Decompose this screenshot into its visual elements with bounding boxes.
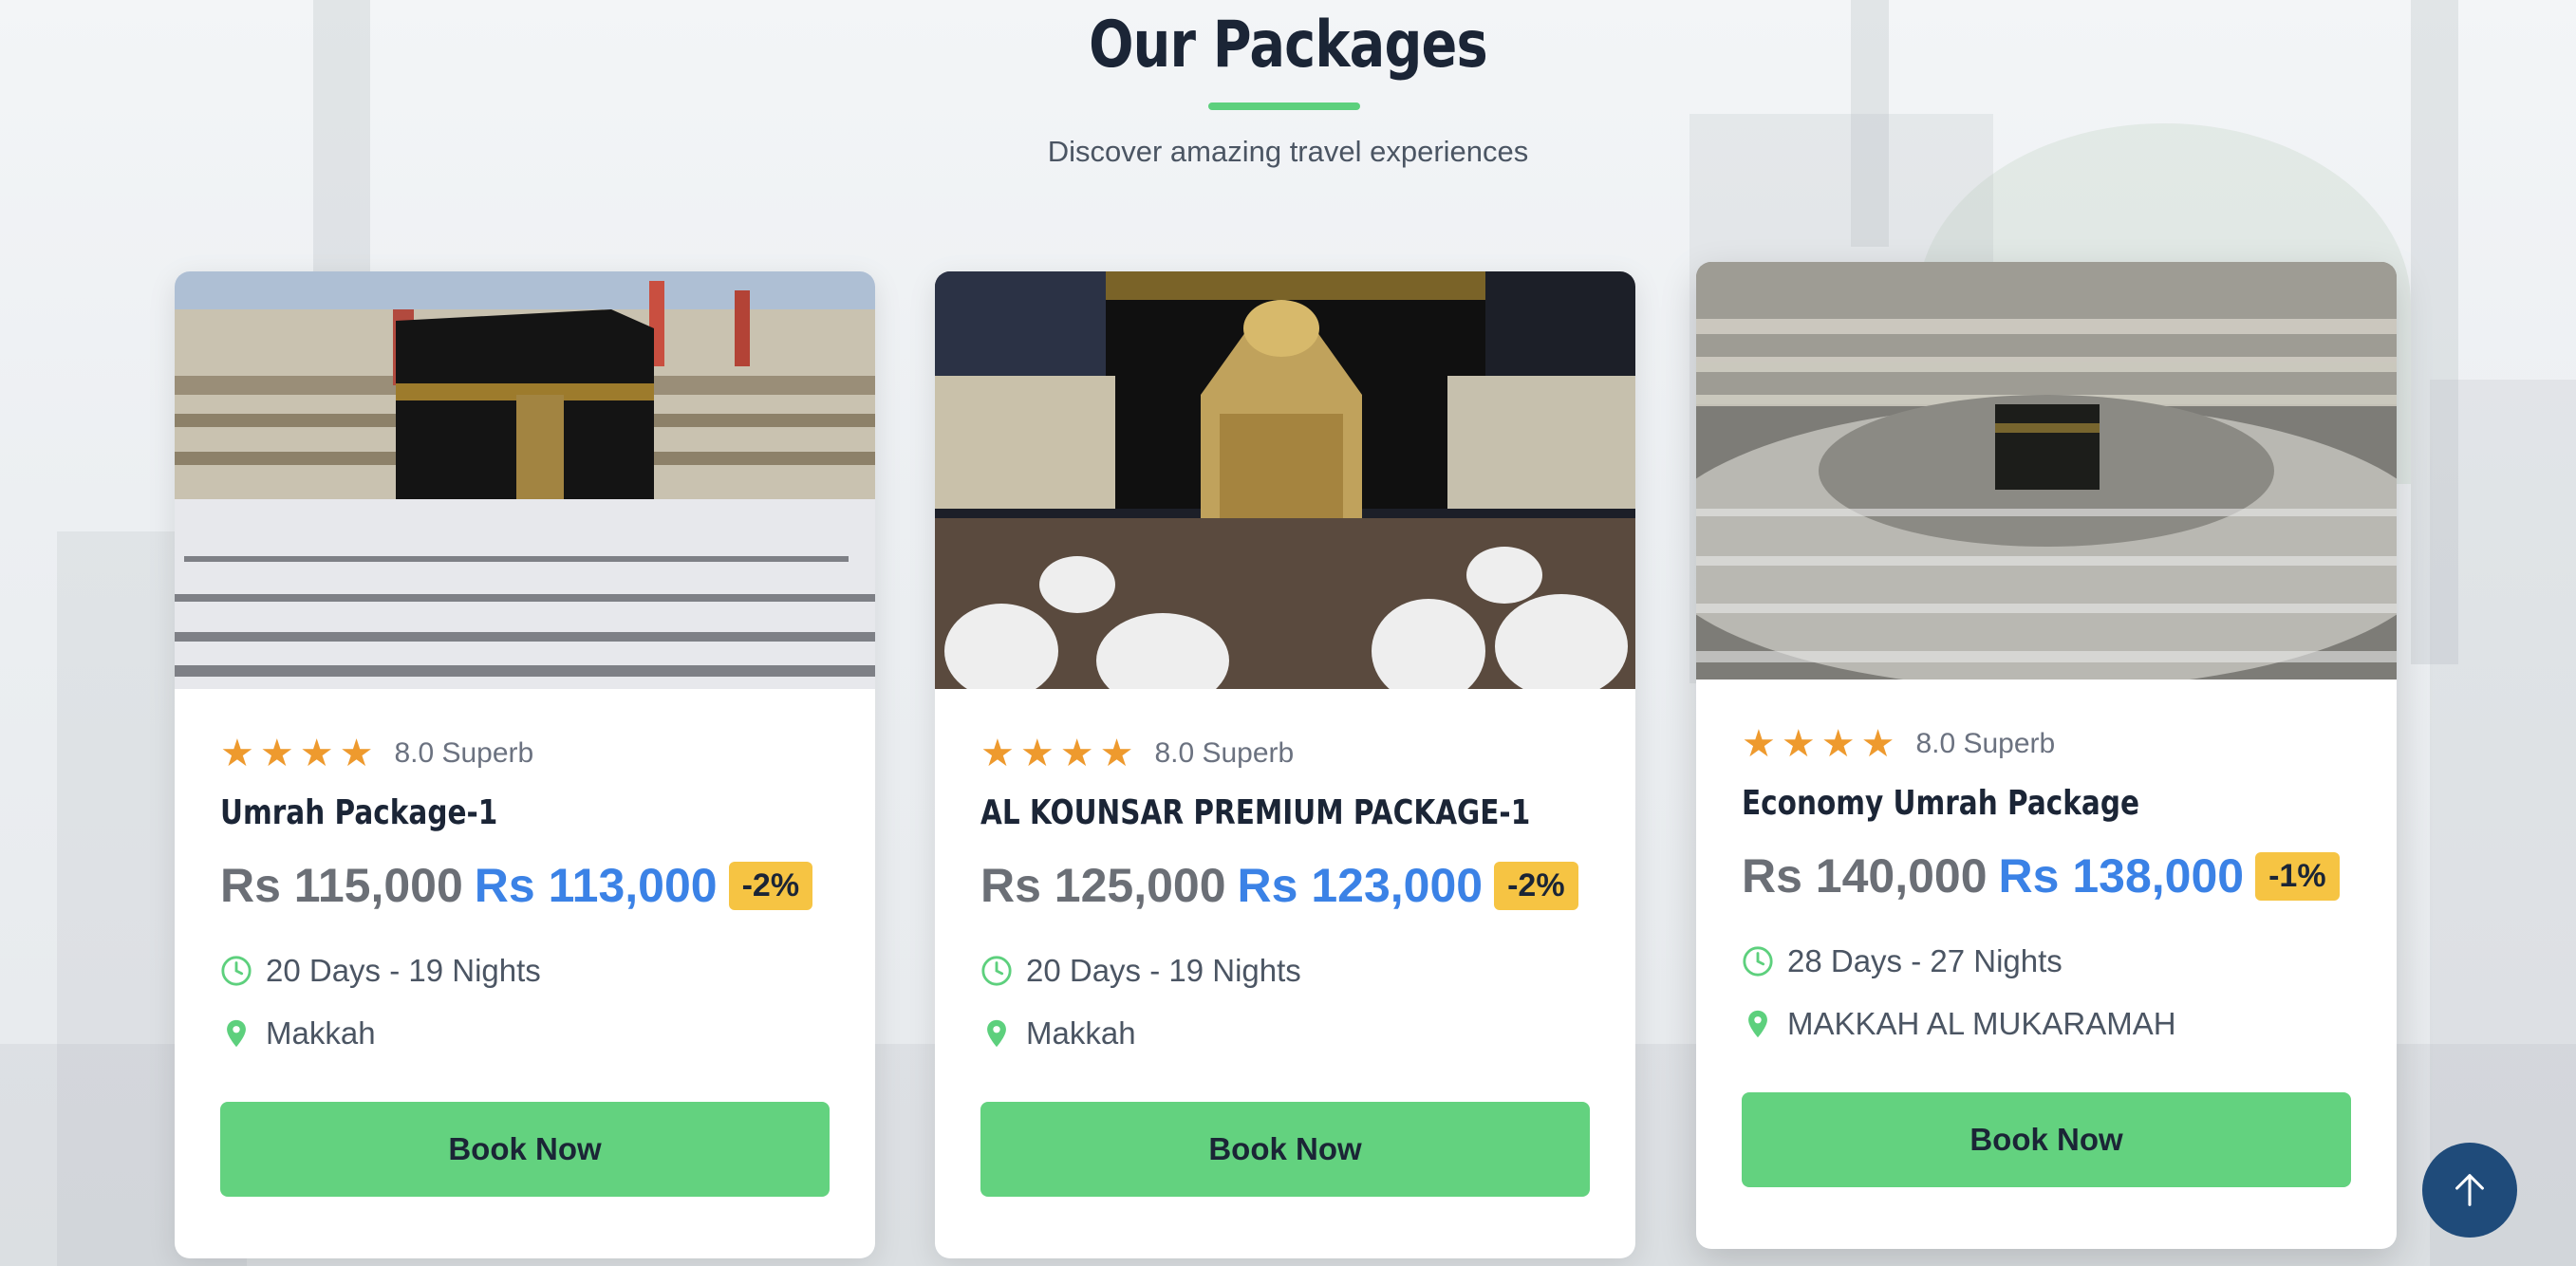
map-pin-icon	[987, 1019, 1006, 1048]
book-now-button[interactable]: Book Now	[1742, 1092, 2351, 1187]
rating-text: 8.0 Superb	[1915, 728, 2056, 759]
discount-badge: -1%	[2255, 851, 2340, 901]
rating: ★ ★ ★ ★ 8.0 Superb	[980, 735, 1590, 773]
location-row: Makkah	[220, 1015, 830, 1052]
duration-row: 20 Days - 19 Nights	[220, 952, 830, 990]
location-text: MAKKAH AL MUKARAMAH	[1787, 1006, 2176, 1041]
book-now-button[interactable]: Book Now	[220, 1102, 830, 1197]
kaaba-photo	[175, 271, 875, 689]
star-icon: ★	[339, 732, 374, 775]
star-icon: ★	[980, 732, 1015, 775]
package-image[interactable]	[1696, 262, 2397, 680]
star-icon: ★	[1860, 722, 1895, 766]
location-text: Makkah	[266, 1015, 376, 1051]
price-row: Rs 115,000 Rs 113,000 -2%	[220, 857, 830, 914]
duration-text: 20 Days - 19 Nights	[1026, 953, 1301, 988]
package-card: ★ ★ ★ ★ 8.0 Superb AL KOUNSAR PREMIUM PA…	[935, 271, 1635, 1258]
duration-text: 28 Days - 27 Nights	[1787, 943, 2063, 978]
map-pin-icon	[1748, 1010, 1767, 1038]
rating-text: 8.0 Superb	[1154, 737, 1295, 769]
clock-icon	[221, 956, 252, 986]
discount-badge: -2%	[728, 861, 813, 910]
book-now-button[interactable]: Book Now	[980, 1102, 1590, 1197]
star-icon: ★	[1781, 722, 1816, 766]
clock-icon	[981, 956, 1012, 986]
package-image[interactable]	[175, 271, 875, 689]
clock-icon	[1743, 946, 1773, 977]
price-row: Rs 140,000 Rs 138,000 -1%	[1742, 847, 2351, 904]
masjid-al-haram-photo	[1696, 262, 2397, 680]
rating-text: 8.0 Superb	[394, 737, 534, 769]
discount-badge: -2%	[1494, 861, 1578, 910]
new-price: Rs 123,000	[1237, 859, 1484, 912]
price-row: Rs 125,000 Rs 123,000 -2%	[980, 857, 1590, 914]
star-icon: ★	[220, 732, 254, 775]
rating: ★ ★ ★ ★ 8.0 Superb	[1742, 725, 2351, 763]
scroll-to-top-button[interactable]	[2422, 1143, 2517, 1238]
location-row: Makkah	[980, 1015, 1590, 1052]
duration-row: 28 Days - 27 Nights	[1742, 942, 2351, 980]
old-price: Rs 125,000	[980, 859, 1226, 912]
old-price: Rs 115,000	[220, 859, 463, 912]
location-row: MAKKAH AL MUKARAMAH	[1742, 1005, 2351, 1043]
package-card: ★ ★ ★ ★ 8.0 Superb Economy Umrah Package…	[1696, 262, 2397, 1249]
star-icon: ★	[1742, 722, 1776, 766]
package-title[interactable]: Umrah Package-1	[220, 793, 719, 832]
star-icon: ★	[259, 732, 294, 775]
duration-text: 20 Days - 19 Nights	[266, 953, 541, 988]
maqam-ibrahim-photo	[935, 271, 1635, 689]
package-title[interactable]: AL KOUNSAR PREMIUM PACKAGE-1	[980, 793, 1530, 832]
location-text: Makkah	[1026, 1015, 1136, 1051]
section-title: Our Packages	[1089, 8, 1488, 83]
section-subtitle: Discover amazing travel experiences	[1047, 135, 1529, 168]
star-icon: ★	[1019, 732, 1055, 775]
old-price: Rs 140,000	[1742, 849, 1988, 903]
package-card: ★ ★ ★ ★ 8.0 Superb Umrah Package-1 Rs 11…	[175, 271, 875, 1258]
star-icon: ★	[1099, 732, 1134, 775]
star-icon: ★	[1820, 722, 1856, 766]
map-pin-icon	[227, 1019, 246, 1048]
new-price: Rs 138,000	[1998, 849, 2245, 903]
package-image[interactable]	[935, 271, 1635, 689]
arrow-up-icon	[2455, 1174, 2484, 1206]
new-price: Rs 113,000	[474, 859, 718, 912]
package-title[interactable]: Economy Umrah Package	[1742, 784, 2241, 823]
rating: ★ ★ ★ ★ 8.0 Superb	[220, 735, 830, 773]
duration-row: 20 Days - 19 Nights	[980, 952, 1590, 990]
star-icon: ★	[1059, 732, 1094, 775]
title-underline	[1208, 102, 1360, 110]
star-icon: ★	[299, 732, 334, 775]
